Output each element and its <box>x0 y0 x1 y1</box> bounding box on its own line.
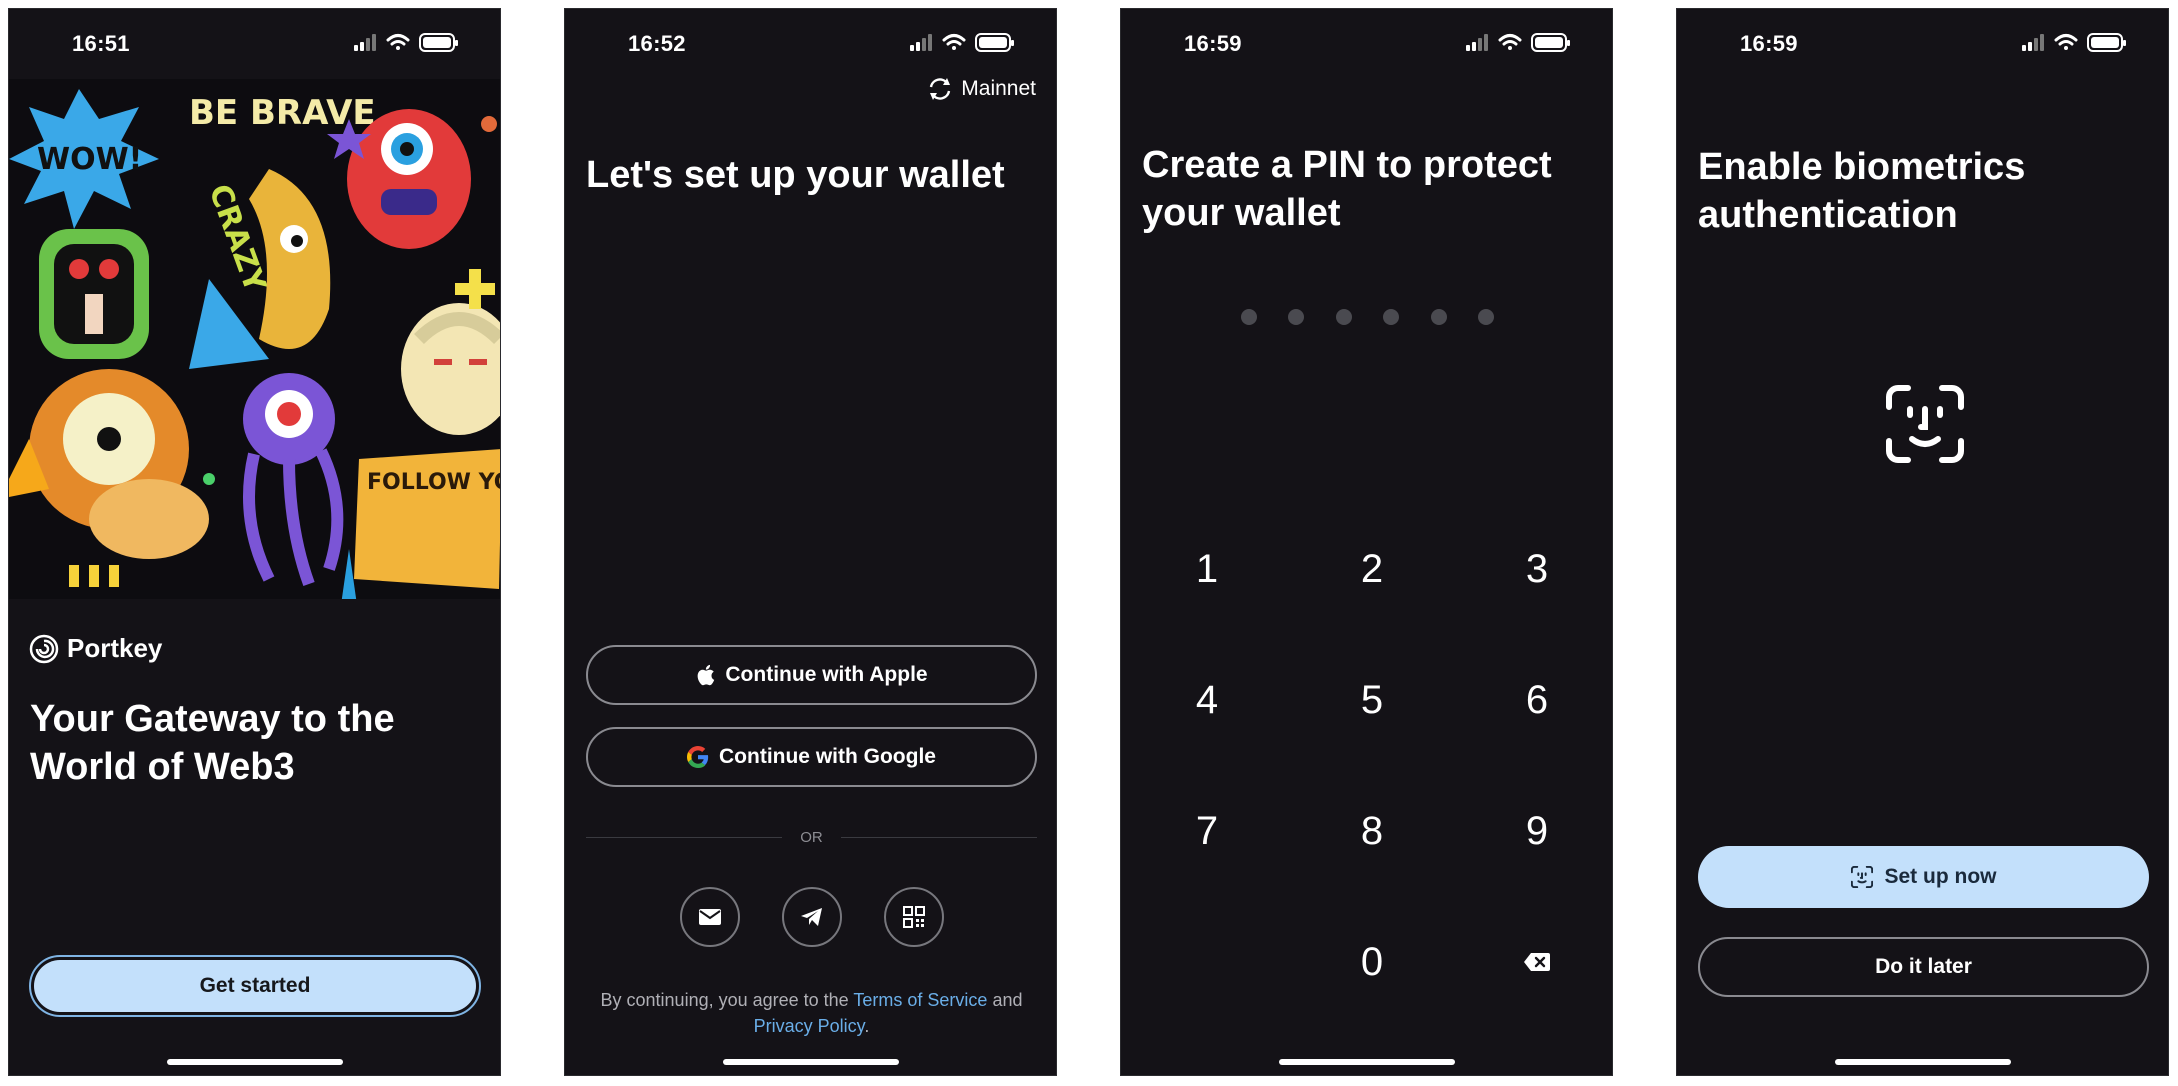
portkey-logo-icon <box>29 634 59 663</box>
email-login-button[interactable] <box>680 887 740 947</box>
keypad-key-6[interactable]: 6 <box>1477 660 1597 740</box>
or-label: OR <box>800 828 823 846</box>
get-started-button-focus-ring: Get started <box>29 955 481 1017</box>
pin-dot <box>1335 309 1352 325</box>
home-indicator[interactable] <box>722 1059 899 1065</box>
pin-dot <box>1288 309 1305 325</box>
cellular-signal-icon <box>2022 34 2044 51</box>
keypad-key-7[interactable]: 7 <box>1147 791 1267 871</box>
keypad-key-4[interactable]: 4 <box>1147 660 1267 740</box>
home-indicator[interactable] <box>166 1059 343 1065</box>
network-label: Mainnet <box>961 77 1036 100</box>
screen-welcome: 16:51 WOW! BE BRAVE CRAZY FOLLOW Y Portk… <box>8 8 501 1076</box>
brand: Portkey <box>29 633 162 664</box>
wow-text: WOW! <box>37 142 142 177</box>
status-bar: 16:51 <box>9 9 500 73</box>
screen-setup-wallet: 16:52 Mainnet Let's set up your wallet C… <box>564 8 1057 1076</box>
status-time: 16:59 <box>1184 31 1242 56</box>
battery-icon <box>2087 33 2126 52</box>
divider-line-left <box>586 836 783 838</box>
email-icon <box>699 909 721 925</box>
status-time: 16:51 <box>72 31 130 56</box>
follow-text: FOLLOW YOUR DREAM <box>367 470 501 495</box>
apple-icon <box>698 664 715 686</box>
pin-dot <box>1383 309 1400 325</box>
backspace-icon <box>1524 953 1550 971</box>
legal-suffix: . <box>864 1016 870 1036</box>
refresh-icon <box>930 78 951 100</box>
page-title: Let's set up your wallet <box>586 154 1005 196</box>
status-time: 16:52 <box>628 31 686 56</box>
wifi-icon <box>942 34 966 50</box>
battery-icon <box>1531 33 1570 52</box>
cellular-signal-icon <box>1466 34 1488 51</box>
keypad-delete-button[interactable] <box>1477 922 1597 1002</box>
set-up-now-label: Set up now <box>1884 865 1997 888</box>
telegram-login-button[interactable] <box>782 887 842 947</box>
keypad-key-5[interactable]: 5 <box>1312 660 1432 740</box>
status-icons <box>2022 33 2126 52</box>
legal-and: and <box>992 990 1023 1010</box>
screen-biometrics: 16:59 Enable biometrics authentication S… <box>1676 8 2169 1076</box>
cellular-signal-icon <box>354 34 376 51</box>
terms-of-service-link[interactable]: Terms of Service <box>853 990 987 1010</box>
get-started-button[interactable]: Get started <box>34 960 476 1012</box>
legal-prefix: By continuing, you agree to the <box>600 990 849 1010</box>
continue-with-apple-button[interactable]: Continue with Apple <box>586 645 1037 705</box>
or-divider: OR <box>586 827 1037 847</box>
qr-code-icon <box>903 906 925 928</box>
brand-name: Portkey <box>67 633 163 663</box>
wifi-icon <box>1498 34 1522 50</box>
pin-dot <box>1430 309 1447 325</box>
battery-icon <box>419 33 458 52</box>
qr-code-login-button[interactable] <box>884 887 944 947</box>
status-icons <box>910 33 1014 52</box>
divider-line-right <box>840 836 1037 838</box>
keypad-key-1[interactable]: 1 <box>1147 529 1267 609</box>
page-title: Create a PIN to protect your wallet <box>1142 144 1552 234</box>
do-it-later-button[interactable]: Do it later <box>1698 937 2149 997</box>
privacy-policy-link[interactable]: Privacy Policy <box>754 1016 865 1036</box>
telegram-icon <box>801 908 822 926</box>
legal-notice: By continuing, you agree to the Terms of… <box>586 987 1037 1039</box>
doodle-art: WOW! BE BRAVE CRAZY FOLLOW Y <box>9 79 501 599</box>
status-bar: 16:59 <box>1677 9 2168 73</box>
keypad-key-8[interactable]: 8 <box>1312 791 1432 871</box>
network-switch[interactable]: Mainnet <box>927 77 1036 101</box>
google-icon <box>687 746 709 768</box>
pin-dot <box>1477 309 1494 325</box>
face-id-small-icon <box>1850 866 1873 888</box>
do-it-later-label: Do it later <box>1875 955 1972 978</box>
cellular-signal-icon <box>910 34 932 51</box>
illustration: WOW! BE BRAVE CRAZY FOLLOW Y <box>9 79 501 599</box>
headline: Your Gateway to the World of Web3 <box>30 698 395 788</box>
status-bar: 16:59 <box>1121 9 1612 73</box>
pin-dot <box>1241 309 1257 325</box>
set-up-now-button[interactable]: Set up now <box>1698 846 2149 908</box>
wifi-icon <box>2054 34 2078 50</box>
status-icons <box>354 33 458 52</box>
keypad-key-2[interactable]: 2 <box>1312 529 1432 609</box>
google-button-label: Continue with Google <box>719 745 936 768</box>
keypad-key-9[interactable]: 9 <box>1477 791 1597 871</box>
status-time: 16:59 <box>1740 31 1798 56</box>
home-indicator[interactable] <box>1834 1059 2011 1065</box>
battery-icon <box>975 33 1014 52</box>
wifi-icon <box>386 34 410 50</box>
status-bar: 16:52 <box>565 9 1056 73</box>
screen-create-pin: 16:59 Create a PIN to protect your walle… <box>1120 8 1613 1076</box>
home-indicator[interactable] <box>1278 1059 1455 1065</box>
page-title: Enable biometrics authentication <box>1698 146 2026 236</box>
pin-indicator <box>1241 309 1494 325</box>
status-icons <box>1466 33 1570 52</box>
face-id-icon <box>1886 385 1964 463</box>
continue-with-google-button[interactable]: Continue with Google <box>586 727 1037 787</box>
apple-button-label: Continue with Apple <box>725 663 928 686</box>
keypad-key-0[interactable]: 0 <box>1312 922 1432 1002</box>
keypad-key-3[interactable]: 3 <box>1477 529 1597 609</box>
